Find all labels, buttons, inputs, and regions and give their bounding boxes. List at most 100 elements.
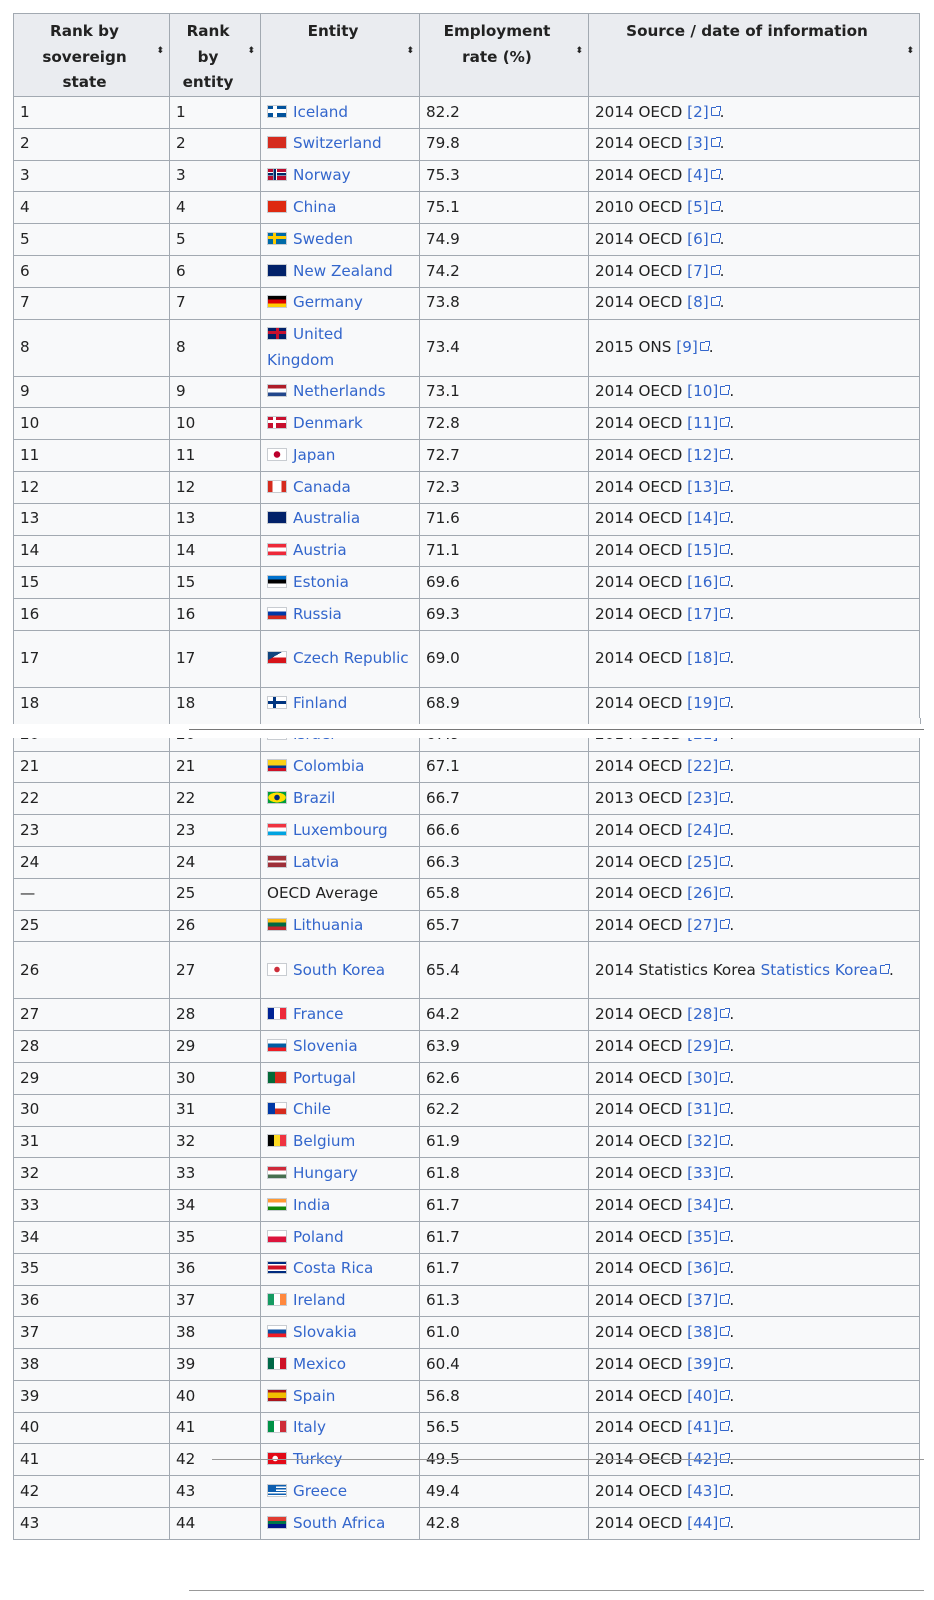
source-reference-link[interactable]: [35] xyxy=(687,1228,718,1246)
entity-link[interactable]: Colombia xyxy=(293,757,364,775)
entity-link[interactable]: Norway xyxy=(293,166,351,184)
source-reference-link[interactable]: [32] xyxy=(687,1132,718,1150)
source-reference-link[interactable]: [25] xyxy=(687,853,718,871)
finland-flag-icon[interactable] xyxy=(267,695,287,709)
column-header-rank-by-entity[interactable]: Rank by entity ⬍ xyxy=(169,13,261,97)
france-flag-icon[interactable] xyxy=(267,1006,287,1020)
source-reference-link[interactable]: [12] xyxy=(687,446,718,464)
source-reference-link[interactable]: [7] xyxy=(687,262,709,280)
south-africa-flag-icon[interactable] xyxy=(267,1515,287,1529)
germany-flag-icon[interactable] xyxy=(267,295,287,309)
entity-link[interactable]: Austria xyxy=(293,541,347,559)
netherlands-flag-icon[interactable] xyxy=(267,384,287,398)
slovenia-flag-icon[interactable] xyxy=(267,1038,287,1052)
entity-link[interactable]: Switzerland xyxy=(293,134,382,152)
greece-flag-icon[interactable] xyxy=(267,1483,287,1497)
entity-link[interactable]: Lithuania xyxy=(293,916,363,934)
entity-link[interactable]: Russia xyxy=(293,605,342,623)
entity-link[interactable]: Spain xyxy=(293,1387,335,1405)
source-reference-link[interactable]: [23] xyxy=(687,789,718,807)
chile-flag-icon[interactable] xyxy=(267,1102,287,1116)
sort-arrows-icon[interactable]: ⬍ xyxy=(156,47,164,56)
entity-link[interactable]: Finland xyxy=(293,694,347,712)
sweden-flag-icon[interactable] xyxy=(267,231,287,245)
entity-link[interactable]: India xyxy=(293,1196,330,1214)
source-reference-link[interactable]: [30] xyxy=(687,1069,718,1087)
source-reference-link[interactable]: [17] xyxy=(687,605,718,623)
entity-link[interactable]: Luxembourg xyxy=(293,821,388,839)
entity-link[interactable]: Denmark xyxy=(293,414,363,432)
source-reference-link[interactable]: [10] xyxy=(687,382,718,400)
china-flag-icon[interactable] xyxy=(267,200,287,214)
belgium-flag-icon[interactable] xyxy=(267,1134,287,1148)
entity-link[interactable]: Hungary xyxy=(293,1164,358,1182)
switzerland-flag-icon[interactable] xyxy=(267,136,287,150)
sort-arrows-icon[interactable]: ⬍ xyxy=(906,47,914,56)
entity-link[interactable]: Japan xyxy=(293,446,335,464)
source-reference-link[interactable]: [16] xyxy=(687,573,718,591)
source-reference-link[interactable]: [5] xyxy=(687,198,709,216)
entity-link[interactable]: Portugal xyxy=(293,1069,356,1087)
source-reference-link[interactable]: [31] xyxy=(687,1100,718,1118)
entity-link[interactable]: France xyxy=(293,1005,344,1023)
mexico-flag-icon[interactable] xyxy=(267,1356,287,1370)
entity-link[interactable]: Sweden xyxy=(293,230,353,248)
entity-link[interactable]: Canada xyxy=(293,478,351,496)
spain-flag-icon[interactable] xyxy=(267,1388,287,1402)
entity-link[interactable]: Italy xyxy=(293,1418,326,1436)
source-reference-link[interactable]: [6] xyxy=(687,230,709,248)
source-reference-link[interactable]: [27] xyxy=(687,916,718,934)
source-reference-link[interactable]: [37] xyxy=(687,1291,718,1309)
india-flag-icon[interactable] xyxy=(267,1197,287,1211)
lithuania-flag-icon[interactable] xyxy=(267,918,287,932)
source-reference-link[interactable]: [24] xyxy=(687,821,718,839)
sort-arrows-icon[interactable]: ⬍ xyxy=(247,47,255,56)
entity-link[interactable]: Estonia xyxy=(293,573,349,591)
sort-arrows-icon[interactable]: ⬍ xyxy=(575,47,583,56)
entity-link[interactable]: Germany xyxy=(293,293,363,311)
slovakia-flag-icon[interactable] xyxy=(267,1324,287,1338)
entity-link[interactable]: China xyxy=(293,198,336,216)
brazil-flag-icon[interactable] xyxy=(267,790,287,804)
source-reference-link[interactable]: [13] xyxy=(687,478,718,496)
source-reference-link[interactable]: [2] xyxy=(687,103,709,121)
russia-flag-icon[interactable] xyxy=(267,606,287,620)
source-reference-link[interactable]: [36] xyxy=(687,1259,718,1277)
entity-link[interactable]: Slovenia xyxy=(293,1037,358,1055)
column-header-rank-by-state[interactable]: Rank by sovereign state ⬍ xyxy=(13,13,170,97)
iceland-flag-icon[interactable] xyxy=(267,104,287,118)
entity-link[interactable]: Greece xyxy=(293,1482,347,1500)
source-reference-link[interactable]: [9] xyxy=(676,338,698,356)
estonia-flag-icon[interactable] xyxy=(267,575,287,588)
austria-flag-icon[interactable] xyxy=(267,543,287,557)
entity-link[interactable]: Iceland xyxy=(293,103,348,121)
japan-flag-icon[interactable] xyxy=(267,447,287,461)
portugal-flag-icon[interactable] xyxy=(267,1070,287,1084)
australia-flag-icon[interactable] xyxy=(267,511,287,525)
column-header-source[interactable]: Source / date of information ⬍ xyxy=(588,13,920,97)
italy-flag-icon[interactable] xyxy=(267,1420,287,1434)
source-reference-link[interactable]: [34] xyxy=(687,1196,718,1214)
canada-flag-icon[interactable] xyxy=(267,479,287,493)
source-reference-link[interactable]: [40] xyxy=(687,1387,718,1405)
source-reference-link[interactable]: [3] xyxy=(687,134,709,152)
entity-link[interactable]: South Korea xyxy=(293,961,385,979)
entity-link[interactable]: Netherlands xyxy=(293,382,386,400)
column-header-entity[interactable]: Entity ⬍ xyxy=(260,13,420,97)
source-reference-link[interactable]: [29] xyxy=(687,1037,718,1055)
latvia-flag-icon[interactable] xyxy=(267,854,287,868)
source-reference-link[interactable]: [14] xyxy=(687,509,718,527)
source-reference-link[interactable]: [41] xyxy=(687,1418,718,1436)
ireland-flag-icon[interactable] xyxy=(267,1293,287,1307)
source-reference-link[interactable]: [26] xyxy=(687,884,718,902)
new-zealand-flag-icon[interactable] xyxy=(267,263,287,277)
united-kingdom-flag-icon[interactable] xyxy=(267,327,287,341)
entity-link[interactable]: Poland xyxy=(293,1228,344,1246)
entity-link[interactable]: Latvia xyxy=(293,853,339,871)
poland-flag-icon[interactable] xyxy=(267,1229,287,1243)
entity-link[interactable]: Brazil xyxy=(293,789,335,807)
source-reference-link[interactable]: [38] xyxy=(687,1323,718,1341)
entity-link[interactable]: Czech Republic xyxy=(293,649,409,667)
entity-link[interactable]: Slovakia xyxy=(293,1323,357,1341)
entity-link[interactable]: Chile xyxy=(293,1100,331,1118)
